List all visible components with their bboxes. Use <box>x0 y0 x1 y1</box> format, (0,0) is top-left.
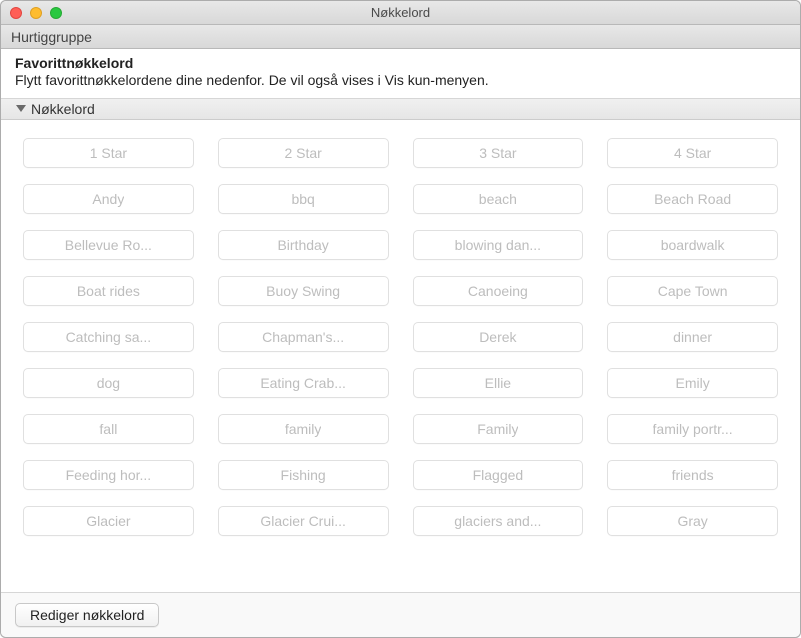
keyword-label: dog <box>97 375 120 391</box>
keyword-label: beach <box>479 191 517 207</box>
keyword-label: Canoeing <box>468 283 528 299</box>
keyword-pill[interactable]: bbq <box>218 184 389 214</box>
keyword-pill[interactable]: glaciers and... <box>413 506 584 536</box>
keyword-label: Cape Town <box>658 283 728 299</box>
keyword-pill[interactable]: Derek <box>413 322 584 352</box>
keyword-label: Boat rides <box>77 283 140 299</box>
keyword-pill[interactable]: blowing dan... <box>413 230 584 260</box>
minimize-icon[interactable] <box>30 7 42 19</box>
keyword-pill[interactable]: Chapman's... <box>218 322 389 352</box>
keyword-label: 3 Star <box>479 145 516 161</box>
keyword-label: Gray <box>677 513 707 529</box>
keyword-label: boardwalk <box>661 237 725 253</box>
keyword-pill[interactable]: boardwalk <box>607 230 778 260</box>
keyword-label: 1 Star <box>90 145 127 161</box>
keyword-label: Derek <box>479 329 516 345</box>
keyword-pill[interactable]: Bellevue Ro... <box>23 230 194 260</box>
keyword-label: Beach Road <box>654 191 731 207</box>
titlebar: Nøkkelord <box>1 1 800 25</box>
keyword-label: Ellie <box>485 375 511 391</box>
keyword-grid: 1 Star 2 Star 3 Star 4 Star Andy bbq beach Beac… <box>23 138 778 536</box>
keyword-pill[interactable]: Fishing <box>218 460 389 490</box>
favorites-section: Favorittnøkkelord Flytt favorittnøkkelor… <box>1 49 800 99</box>
chevron-down-icon <box>15 103 27 115</box>
keyword-pill[interactable]: Eating Crab... <box>218 368 389 398</box>
keyword-label: friends <box>672 467 714 483</box>
keyword-label: Buoy Swing <box>266 283 340 299</box>
keyword-pill[interactable]: Canoeing <box>413 276 584 306</box>
keyword-pill[interactable]: Beach Road <box>607 184 778 214</box>
keyword-label: 2 Star <box>284 145 321 161</box>
keywords-section-title: Nøkkelord <box>31 101 95 117</box>
keyword-pill[interactable]: 4 Star <box>607 138 778 168</box>
keyword-pill[interactable]: Family <box>413 414 584 444</box>
keyword-pill[interactable]: Glacier Crui... <box>218 506 389 536</box>
window-title: Nøkkelord <box>1 5 800 20</box>
keyword-label: glaciers and... <box>454 513 541 529</box>
traffic-lights <box>10 7 62 19</box>
keyword-pill[interactable]: Flagged <box>413 460 584 490</box>
keywords-section-header[interactable]: Nøkkelord <box>1 99 800 120</box>
keyword-pill[interactable]: Buoy Swing <box>218 276 389 306</box>
keyword-label: Bellevue Ro... <box>65 237 152 253</box>
keyword-pill[interactable]: Cape Town <box>607 276 778 306</box>
close-icon[interactable] <box>10 7 22 19</box>
favorites-description: Flytt favorittnøkkelordene dine nedenfor… <box>15 72 786 88</box>
keyword-pill[interactable]: 3 Star <box>413 138 584 168</box>
keyword-label: Chapman's... <box>262 329 344 345</box>
keyword-label: fall <box>99 421 117 437</box>
keyword-label: family portr... <box>653 421 733 437</box>
keyword-label: Andy <box>92 191 124 207</box>
keyword-label: blowing dan... <box>455 237 541 253</box>
keywords-window: Nøkkelord Hurtiggruppe Favorittnøkkelord… <box>0 0 801 638</box>
keyword-label: Glacier Crui... <box>260 513 346 529</box>
keyword-pill[interactable]: Feeding hor... <box>23 460 194 490</box>
keyword-pill[interactable]: Gray <box>607 506 778 536</box>
quickgroup-label[interactable]: Hurtiggruppe <box>11 29 92 45</box>
keyword-pill[interactable]: Ellie <box>413 368 584 398</box>
keyword-pill[interactable]: fall <box>23 414 194 444</box>
keywords-body: 1 Star 2 Star 3 Star 4 Star Andy bbq beach Beac… <box>1 120 800 592</box>
keyword-pill[interactable]: Andy <box>23 184 194 214</box>
keyword-label: Glacier <box>86 513 130 529</box>
keyword-pill[interactable]: Catching sa... <box>23 322 194 352</box>
keyword-label: Feeding hor... <box>66 467 152 483</box>
keyword-pill[interactable]: dinner <box>607 322 778 352</box>
keyword-pill[interactable]: Boat rides <box>23 276 194 306</box>
keyword-pill[interactable]: Emily <box>607 368 778 398</box>
keyword-pill[interactable]: friends <box>607 460 778 490</box>
keyword-pill[interactable]: Birthday <box>218 230 389 260</box>
keyword-label: family <box>285 421 322 437</box>
keyword-pill[interactable]: dog <box>23 368 194 398</box>
keyword-label: Catching sa... <box>66 329 152 345</box>
keyword-label: Fishing <box>281 467 326 483</box>
keyword-pill[interactable]: 2 Star <box>218 138 389 168</box>
keyword-label: Birthday <box>277 237 328 253</box>
keyword-label: dinner <box>673 329 712 345</box>
toolbar: Hurtiggruppe <box>1 25 800 49</box>
keyword-pill[interactable]: Glacier <box>23 506 194 536</box>
keyword-label: Family <box>477 421 518 437</box>
keyword-label: Eating Crab... <box>260 375 346 391</box>
edit-keywords-button[interactable]: Rediger nøkkelord <box>15 603 159 627</box>
footer: Rediger nøkkelord <box>1 592 800 637</box>
keyword-pill[interactable]: family <box>218 414 389 444</box>
keyword-label: 4 Star <box>674 145 711 161</box>
zoom-icon[interactable] <box>50 7 62 19</box>
keyword-label: Flagged <box>473 467 524 483</box>
favorites-heading: Favorittnøkkelord <box>15 55 786 71</box>
keyword-pill[interactable]: 1 Star <box>23 138 194 168</box>
keyword-pill[interactable]: family portr... <box>607 414 778 444</box>
keyword-label: bbq <box>291 191 314 207</box>
keyword-label: Emily <box>676 375 710 391</box>
keyword-pill[interactable]: beach <box>413 184 584 214</box>
